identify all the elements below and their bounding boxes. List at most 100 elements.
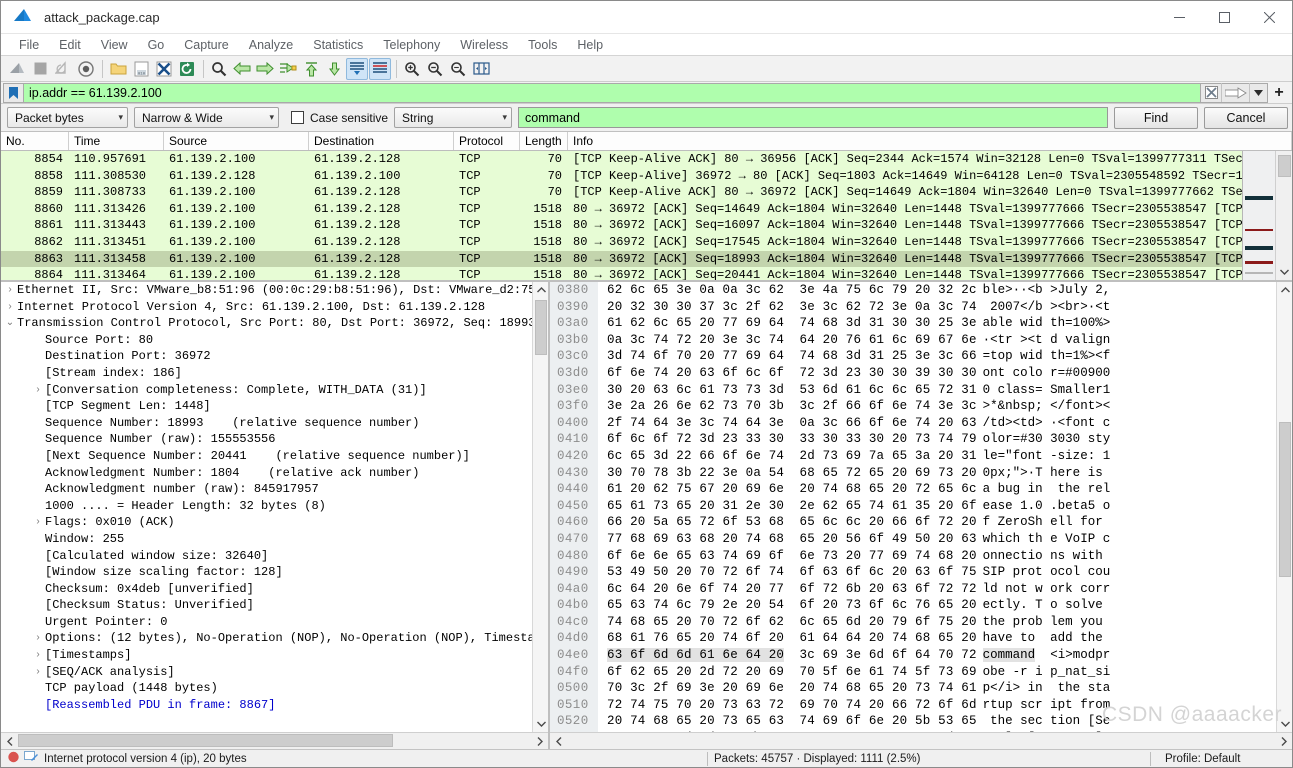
scrollbar-track[interactable]	[567, 733, 1275, 749]
packet-bytes-row[interactable]: 0480 6f 6e 6e 65 63 74 69 6f 6e 73 20 77 …	[550, 547, 1292, 565]
packet-detail-horizontal-scrollbar[interactable]	[1, 732, 548, 749]
menu-tools[interactable]: Tools	[518, 34, 567, 56]
expert-info-icon[interactable]	[7, 751, 20, 766]
menu-edit[interactable]: Edit	[49, 34, 91, 56]
packet-bytes-row[interactable]: 04a0 6c 64 20 6e 6f 74 20 77 6f 72 6b 20 …	[550, 580, 1292, 598]
packet-detail-row[interactable]: Sequence Number (raw): 155553556	[3, 431, 548, 448]
scrollbar-thumb[interactable]	[1278, 155, 1291, 177]
column-header-destination[interactable]: Destination	[309, 132, 454, 150]
packet-bytes-row[interactable]: 03e0 30 20 63 6c 61 73 73 3d 53 6d 61 6c …	[550, 381, 1292, 399]
menu-capture[interactable]: Capture	[174, 34, 238, 56]
packet-detail-row[interactable]: ⌄ Transmission Control Protocol, Src Port…	[3, 315, 548, 332]
scrollbar-track[interactable]	[18, 733, 531, 749]
packet-bytes-row[interactable]: 04d0 68 61 76 65 20 74 6f 20 61 64 64 20 …	[550, 630, 1292, 648]
packet-list-row[interactable]: 8864 111.313464 61.139.2.100 61.139.2.128 TC…	[1, 267, 1292, 280]
menu-file[interactable]: File	[9, 34, 49, 56]
packet-bytes-hexdump[interactable]: 0380 62 6c 65 3e 0a 0a 3c 62 3e 4a 75 6c …	[550, 282, 1292, 732]
menu-help[interactable]: Help	[567, 34, 613, 56]
find-search-type-dropdown[interactable]: String ▾	[394, 107, 513, 128]
packet-list-row[interactable]: 8854 110.957691 61.139.2.100 61.139.2.128 TC…	[1, 151, 1292, 168]
packet-list-row[interactable]: 8861 111.313443 61.139.2.100 61.139.2.128 TC…	[1, 217, 1292, 234]
packet-bytes-row[interactable]: 03f0 3e 2a 26 6e 62 73 70 3b 3c 2f 66 6f …	[550, 398, 1292, 415]
scrollbar-thumb[interactable]	[535, 300, 547, 355]
packet-detail-row[interactable]: Source Port: 80	[3, 332, 548, 349]
expand-toggle-icon[interactable]: ›	[31, 630, 45, 647]
packet-bytes-row[interactable]: 03b0 0a 3c 74 72 20 3e 3c 74 64 20 76 61 …	[550, 331, 1292, 349]
scroll-down-icon[interactable]	[1277, 716, 1293, 732]
scroll-up-icon[interactable]	[1277, 282, 1293, 298]
packet-detail-row[interactable]: Window: 255	[3, 531, 548, 548]
packet-detail-row[interactable]: [Stream index: 186]	[3, 365, 548, 382]
column-header-source[interactable]: Source	[164, 132, 309, 150]
start-capture-icon[interactable]	[6, 58, 28, 80]
expand-toggle-icon[interactable]: ›	[3, 299, 17, 316]
packet-bytes-row[interactable]: 04c0 74 68 65 20 70 72 6f 62 6c 65 6d 20 …	[550, 613, 1292, 631]
find-search-in-dropdown[interactable]: Packet bytes ▾	[7, 107, 128, 128]
scroll-down-icon[interactable]	[1276, 263, 1293, 280]
display-filter-input[interactable]: ip.addr == 61.139.2.100	[23, 82, 1201, 103]
packet-detail-row[interactable]: [TCP Segment Len: 1448]	[3, 398, 548, 415]
packet-detail-row[interactable]: [Checksum Status: Unverified]	[3, 597, 548, 614]
scroll-right-icon[interactable]	[1275, 733, 1292, 749]
packet-detail-row[interactable]: Urgent Pointer: 0	[3, 614, 548, 631]
go-forward-icon[interactable]	[254, 58, 276, 80]
packet-bytes-row[interactable]: 03a0 61 62 6c 65 20 77 69 64 74 68 3d 31 …	[550, 315, 1292, 332]
maximize-button[interactable]	[1202, 1, 1247, 34]
stop-capture-icon[interactable]	[29, 58, 51, 80]
packet-bytes-row[interactable]: 0410 6f 6c 6f 72 3d 23 33 30 33 30 33 30 …	[550, 431, 1292, 448]
expand-toggle-icon[interactable]: ›	[31, 647, 45, 664]
expand-toggle-icon[interactable]: ›	[31, 514, 45, 531]
go-to-packet-icon[interactable]	[277, 58, 299, 80]
packet-bytes-row[interactable]: 0470 77 68 69 63 68 20 74 68 65 20 56 6f …	[550, 530, 1292, 548]
packet-detail-row[interactable]: [Calculated window size: 32640]	[3, 548, 548, 565]
column-header-info[interactable]: Info	[568, 132, 1292, 150]
packet-list-row[interactable]: 8860 111.313426 61.139.2.100 61.139.2.128 TC…	[1, 200, 1292, 218]
packet-bytes-row[interactable]: 0420 6c 65 3d 22 66 6f 6e 74 2d 73 69 7a …	[550, 447, 1292, 465]
bookmark-icon[interactable]	[3, 82, 23, 103]
scroll-down-icon[interactable]	[533, 716, 549, 732]
scroll-left-icon[interactable]	[1, 733, 18, 749]
packet-detail-row[interactable]: Checksum: 0x4deb [unverified]	[3, 581, 548, 598]
capture-options-icon[interactable]	[75, 58, 97, 80]
zoom-reset-icon[interactable]	[447, 58, 469, 80]
packet-detail-row[interactable]: Acknowledgment number (raw): 845917957	[3, 481, 548, 498]
clear-filter-icon[interactable]	[1201, 83, 1222, 102]
packet-bytes-row[interactable]: 0490 53 49 50 20 70 72 6f 74 6f 63 6f 6c …	[550, 564, 1292, 581]
packet-bytes-horizontal-scrollbar[interactable]	[550, 732, 1292, 749]
checkbox-box[interactable]	[291, 111, 304, 124]
resize-columns-icon[interactable]	[470, 58, 492, 80]
open-file-icon[interactable]	[107, 58, 129, 80]
apply-filter-icon[interactable]	[1222, 83, 1250, 102]
packet-detail-tree[interactable]: › Ethernet II, Src: VMware_b8:51:96 (00:0…	[1, 282, 548, 732]
packet-detail-row[interactable]: › Flags: 0x010 (ACK)	[3, 514, 548, 531]
scrollbar-thumb[interactable]	[1279, 422, 1291, 577]
packet-bytes-row[interactable]: 04f0 6f 62 65 20 2d 72 20 69 70 5f 6e 61 …	[550, 663, 1292, 681]
packet-bytes-row[interactable]: 0450 65 61 73 65 20 31 2e 30 2e 62 65 74 …	[550, 497, 1292, 515]
packet-detail-row[interactable]: › [Conversation completeness: Complete, W…	[3, 382, 548, 399]
packet-bytes-row[interactable]: 0460 66 20 5a 65 72 6f 53 68 65 6c 6c 20 …	[550, 514, 1292, 531]
menu-telephony[interactable]: Telephony	[373, 34, 450, 56]
capture-comment-icon[interactable]	[24, 751, 38, 766]
packet-list-vertical-scrollbar[interactable]	[1275, 151, 1292, 280]
add-filter-button[interactable]: +	[1268, 83, 1290, 103]
status-profile[interactable]: Profile: Default	[1157, 753, 1292, 765]
packet-detail-row[interactable]: › Ethernet II, Src: VMware_b8:51:96 (00:0…	[3, 282, 548, 299]
find-packet-icon[interactable]	[208, 58, 230, 80]
restart-capture-icon[interactable]	[52, 58, 74, 80]
packet-detail-row[interactable]: [Next Sequence Number: 20441 (relative s…	[3, 448, 548, 465]
packet-detail-row[interactable]: Destination Port: 36972	[3, 348, 548, 365]
go-last-packet-icon[interactable]	[323, 58, 345, 80]
case-sensitive-checkbox[interactable]: Case sensitive	[291, 111, 388, 125]
close-button[interactable]	[1247, 1, 1292, 34]
scroll-left-icon[interactable]	[550, 733, 567, 749]
packet-detail-row[interactable]: [Window size scaling factor: 128]	[3, 564, 548, 581]
zoom-in-icon[interactable]	[401, 58, 423, 80]
column-header-protocol[interactable]: Protocol	[454, 132, 520, 150]
packet-bytes-row[interactable]: 0390 20 32 30 30 37 3c 2f 62 3e 3c 62 72 …	[550, 298, 1292, 316]
column-header-length[interactable]: Length	[520, 132, 568, 150]
packet-list-row[interactable]: 8858 111.308530 61.139.2.128 61.139.2.100 TC…	[1, 167, 1292, 185]
save-file-icon[interactable]: 010	[130, 58, 152, 80]
find-button[interactable]: Find	[1114, 106, 1198, 129]
packet-detail-row[interactable]: 1000 .... = Header Length: 32 bytes (8)	[3, 498, 548, 515]
packet-bytes-row[interactable]: 03d0 6f 6e 74 20 63 6f 6c 6f 72 3d 23 30 …	[550, 364, 1292, 382]
